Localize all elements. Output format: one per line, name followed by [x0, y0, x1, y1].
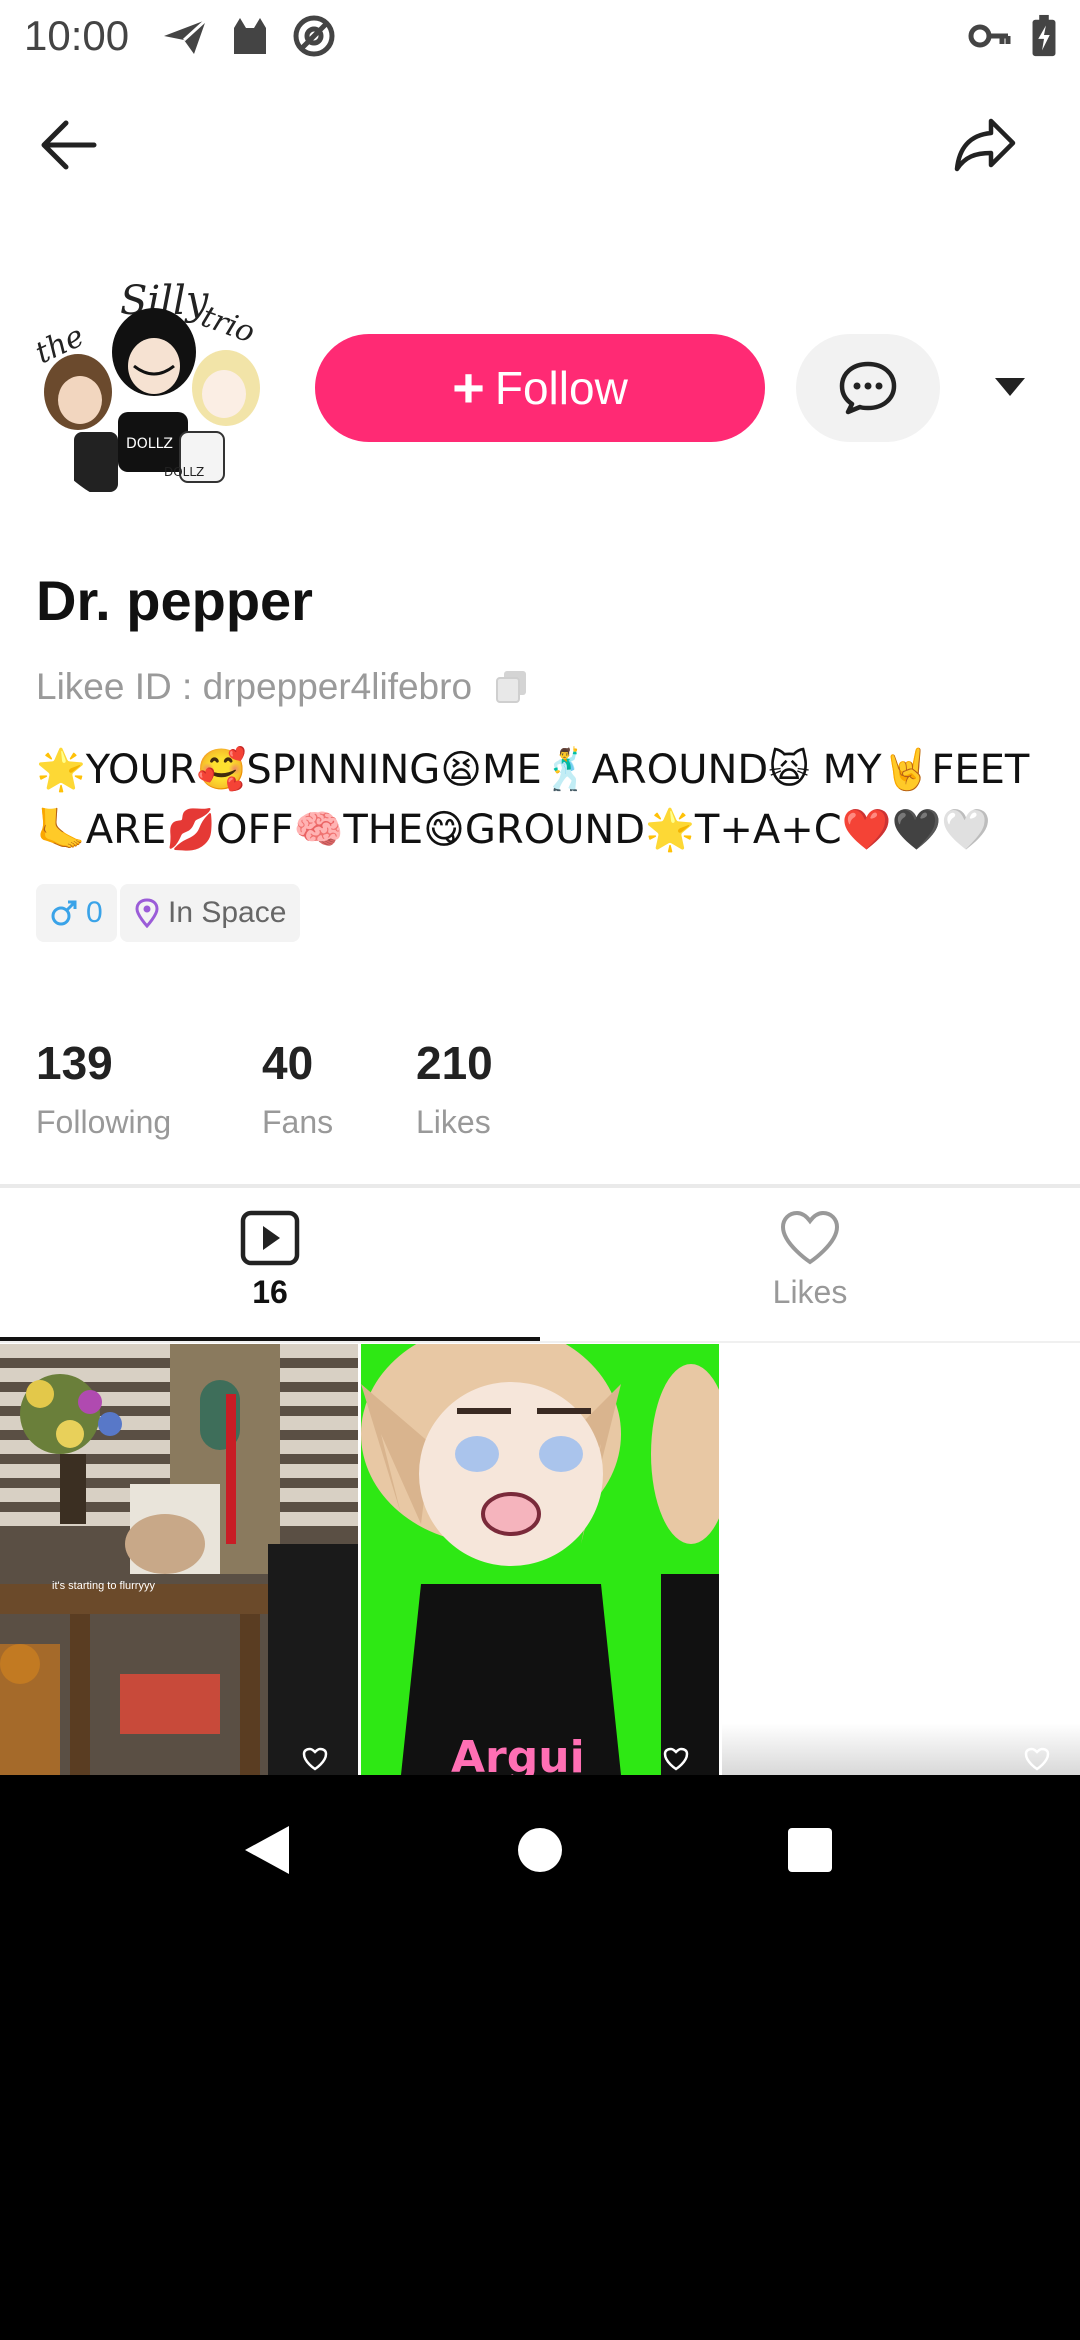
section-divider: [0, 1184, 1080, 1188]
nav-recents-icon: [788, 1828, 832, 1872]
location-text: In Space: [168, 896, 287, 929]
share-button[interactable]: [945, 110, 1025, 180]
nav-home-icon: [518, 1828, 562, 1872]
stat-following-value: 139: [36, 1037, 113, 1089]
video-likes-indicator: [302, 1747, 334, 1771]
svg-text:Argui: Argui: [451, 1732, 585, 1775]
send-icon: [164, 18, 208, 54]
nav-recents-button[interactable]: [755, 1795, 865, 1905]
likee-id-text: Likee ID : drpepper4lifebro: [36, 666, 473, 707]
cat-icon: [234, 18, 266, 54]
nav-back-icon: [245, 1826, 289, 1874]
location-pin-icon: [135, 898, 159, 928]
avatar[interactable]: Silly the trio DOLLZ DOLLZ: [30, 262, 278, 510]
nav-back-button[interactable]: [212, 1795, 322, 1905]
video-thumbnail[interactable]: it's starting to flurryyy: [0, 1344, 358, 1775]
profile-name: Dr. pepper: [36, 569, 313, 632]
message-button[interactable]: [796, 334, 940, 442]
video-thumbnail[interactable]: Argui: [361, 1344, 719, 1775]
copy-icon[interactable]: [494, 669, 530, 705]
stat-likes-value: 210: [416, 1037, 493, 1089]
stat-fans[interactable]: 40 Fans: [262, 1036, 333, 1141]
gender-value: 0: [86, 896, 103, 929]
arrow-left-icon: [41, 120, 97, 170]
heart-icon: [780, 1210, 840, 1265]
tab-videos-count: 16: [252, 1274, 288, 1310]
stat-likes-label: Likes: [416, 1104, 491, 1140]
tab-likes[interactable]: Likes: [540, 1210, 1080, 1340]
stat-likes[interactable]: 210 Likes: [416, 1036, 493, 1141]
video-thumbnail[interactable]: [722, 1344, 1080, 1775]
system-nav-bar: [0, 1775, 1080, 1920]
share-arrow-icon: [954, 118, 1016, 172]
stat-following-label: Following: [36, 1104, 172, 1140]
chat-bubble-icon: [839, 361, 897, 415]
svg-text:DOLLZ: DOLLZ: [126, 436, 173, 452]
status-time: 10:00: [24, 12, 130, 59]
nav-home-button[interactable]: [485, 1795, 595, 1905]
heart-icon: [663, 1747, 689, 1771]
svg-text:DOLLZ: DOLLZ: [164, 465, 204, 479]
male-icon: [51, 900, 77, 926]
at-sign-icon: [293, 15, 335, 57]
tab-likes-label: Likes: [772, 1274, 848, 1310]
gender-tag: 0: [36, 884, 117, 942]
heart-icon: [302, 1747, 328, 1771]
profile-screen: 10:00 Silly the trio DOLLZ DOLLZ + Follo…: [0, 0, 1080, 1775]
profile-bio: 🌟YOUR🥰SPINNING😫ME🕺AROUND🙀 MY🤘FEET 🦶ARE💋O…: [36, 747, 1030, 853]
plus-icon: +: [452, 356, 485, 419]
video-likes-indicator: [663, 1747, 695, 1771]
more-options-button[interactable]: [980, 362, 1040, 412]
video-thumbnail-image: Argui: [361, 1344, 719, 1775]
key-icon: [968, 24, 1011, 48]
tab-videos[interactable]: 16: [0, 1210, 540, 1340]
battery-charging-icon: [1032, 14, 1056, 57]
heart-icon: [1024, 1747, 1050, 1771]
avatar-drawing: Silly the trio DOLLZ DOLLZ: [30, 262, 278, 510]
follow-button[interactable]: + Follow: [315, 334, 765, 442]
video-grid: it's starting to flurryyy Argui: [0, 1344, 1080, 1775]
video-play-icon: [240, 1210, 300, 1266]
back-button[interactable]: [28, 110, 108, 180]
location-tag: In Space: [120, 884, 301, 942]
status-bar: 10:00: [0, 0, 1080, 72]
video-caption: it's starting to flurryyy: [52, 1580, 155, 1592]
video-likes-indicator: [1024, 1747, 1056, 1771]
stat-fans-label: Fans: [262, 1104, 334, 1140]
stat-following[interactable]: 139 Following: [36, 1036, 171, 1141]
video-thumbnail-image: [0, 1344, 358, 1775]
likee-id-row: Likee ID : drpepper4lifebro: [36, 666, 530, 708]
follow-label: Follow: [494, 362, 628, 414]
caret-down-icon: [995, 378, 1025, 396]
stat-fans-value: 40: [262, 1037, 314, 1089]
tab-bottom-border: [0, 1341, 1080, 1343]
